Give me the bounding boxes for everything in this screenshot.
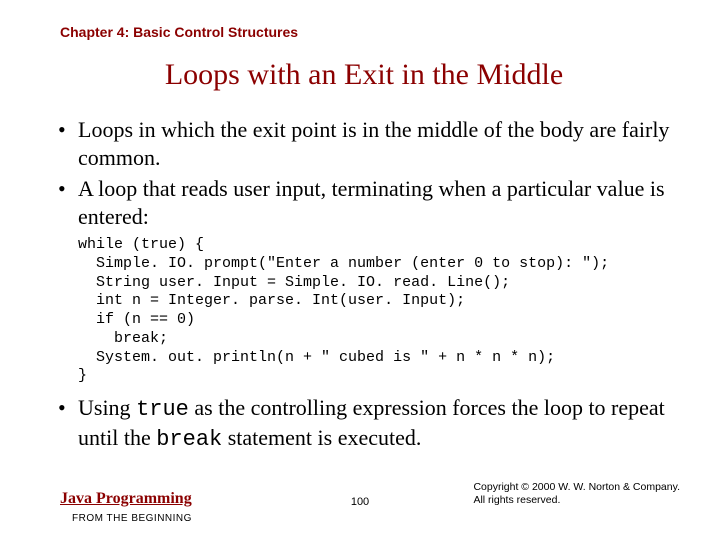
bullet-3-post: statement is executed.: [222, 425, 421, 450]
bullet-list-2: Using true as the controlling expression…: [58, 394, 670, 453]
slide: Chapter 4: Basic Control Structures Loop…: [0, 0, 720, 540]
book-subtitle: FROM THE BEGINNING: [72, 513, 192, 524]
bullet-list: Loops in which the exit point is in the …: [58, 116, 670, 230]
bullet-1: Loops in which the exit point is in the …: [58, 116, 670, 171]
page-number: 100: [351, 496, 369, 508]
bullet-3: Using true as the controlling expression…: [58, 394, 670, 453]
book-title: Java Programming: [60, 490, 192, 508]
copyright: Copyright © 2000 W. W. Norton & Company.…: [473, 481, 680, 508]
bullet-2: A loop that reads user input, terminatin…: [58, 175, 670, 230]
copyright-line1: Copyright © 2000 W. W. Norton & Company.: [473, 481, 680, 493]
chapter-heading: Chapter 4: Basic Control Structures: [60, 24, 670, 40]
code-block: while (true) { Simple. IO. prompt("Enter…: [78, 236, 670, 386]
inline-code-break: break: [156, 427, 222, 452]
slide-title: Loops with an Exit in the Middle: [58, 58, 670, 92]
bullet-3-pre: Using: [78, 395, 136, 420]
copyright-line2: All rights reserved.: [473, 494, 560, 506]
inline-code-true: true: [136, 397, 189, 422]
